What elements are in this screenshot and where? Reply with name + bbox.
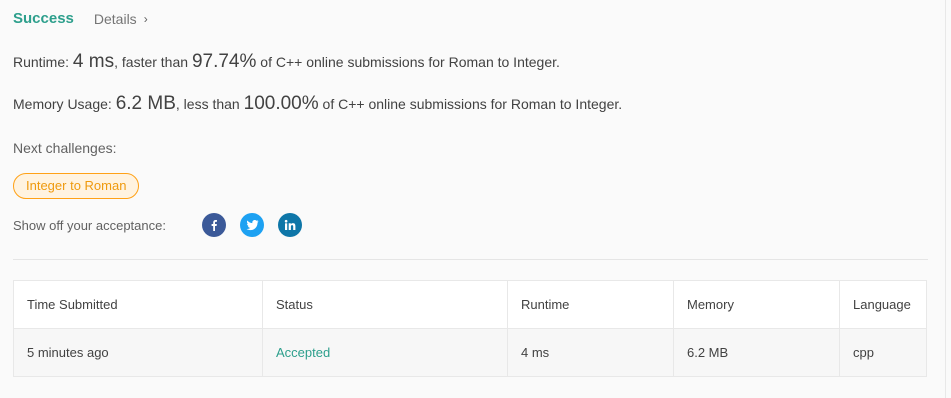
submission-table: Time Submitted Status Runtime Memory Lan… — [13, 280, 927, 377]
memory-suffix: of C++ online submissions for Roman to I… — [322, 96, 623, 112]
header-runtime: Runtime — [507, 280, 674, 329]
cell-memory: 6.2 MB — [673, 328, 840, 377]
chevron-right-icon: › — [143, 11, 148, 26]
next-challenges-label: Next challenges: — [13, 140, 117, 156]
runtime-label: Runtime: — [13, 54, 70, 70]
header-memory: Memory — [673, 280, 840, 329]
cell-runtime: 4 ms — [507, 328, 674, 377]
runtime-mid: , faster than — [114, 54, 189, 70]
table-header-row: Time Submitted Status Runtime Memory Lan… — [13, 280, 927, 329]
runtime-percent: 97.74% — [191, 51, 257, 72]
details-label: Details — [93, 10, 137, 27]
memory-label: Memory Usage: — [13, 96, 112, 112]
status-title: Success — [13, 10, 74, 27]
cell-time-submitted: 5 minutes ago — [13, 328, 263, 377]
header-status: Status — [262, 280, 508, 329]
linkedin-icon[interactable] — [278, 213, 302, 237]
header-language: Language — [839, 280, 927, 329]
memory-percent: 100.00% — [243, 93, 319, 114]
runtime-line: Runtime: 4 ms, faster than 97.74% of C++… — [13, 51, 560, 73]
runtime-value: 4 ms — [72, 51, 115, 72]
table-row: 5 minutes ago Accepted 4 ms 6.2 MB cpp — [13, 328, 927, 377]
divider — [13, 259, 928, 260]
header-time-submitted: Time Submitted — [13, 280, 263, 329]
submission-result-panel: Success Details › Runtime: 4 ms, faster … — [0, 0, 946, 398]
cell-language: cpp — [839, 328, 927, 377]
next-challenge-tag[interactable]: Integer to Roman — [13, 173, 140, 199]
result-header: Success Details › — [13, 10, 148, 27]
twitter-icon[interactable] — [240, 213, 264, 237]
share-label: Show off your acceptance: — [13, 218, 166, 233]
memory-line: Memory Usage: 6.2 MB, less than 100.00% … — [13, 93, 622, 115]
cell-status-link[interactable]: Accepted — [262, 328, 508, 377]
memory-mid: , less than — [175, 96, 240, 112]
details-link[interactable]: Details › — [94, 11, 148, 27]
memory-value: 6.2 MB — [115, 93, 176, 114]
facebook-icon[interactable] — [202, 213, 226, 237]
runtime-suffix: of C++ online submissions for Roman to I… — [260, 54, 560, 70]
